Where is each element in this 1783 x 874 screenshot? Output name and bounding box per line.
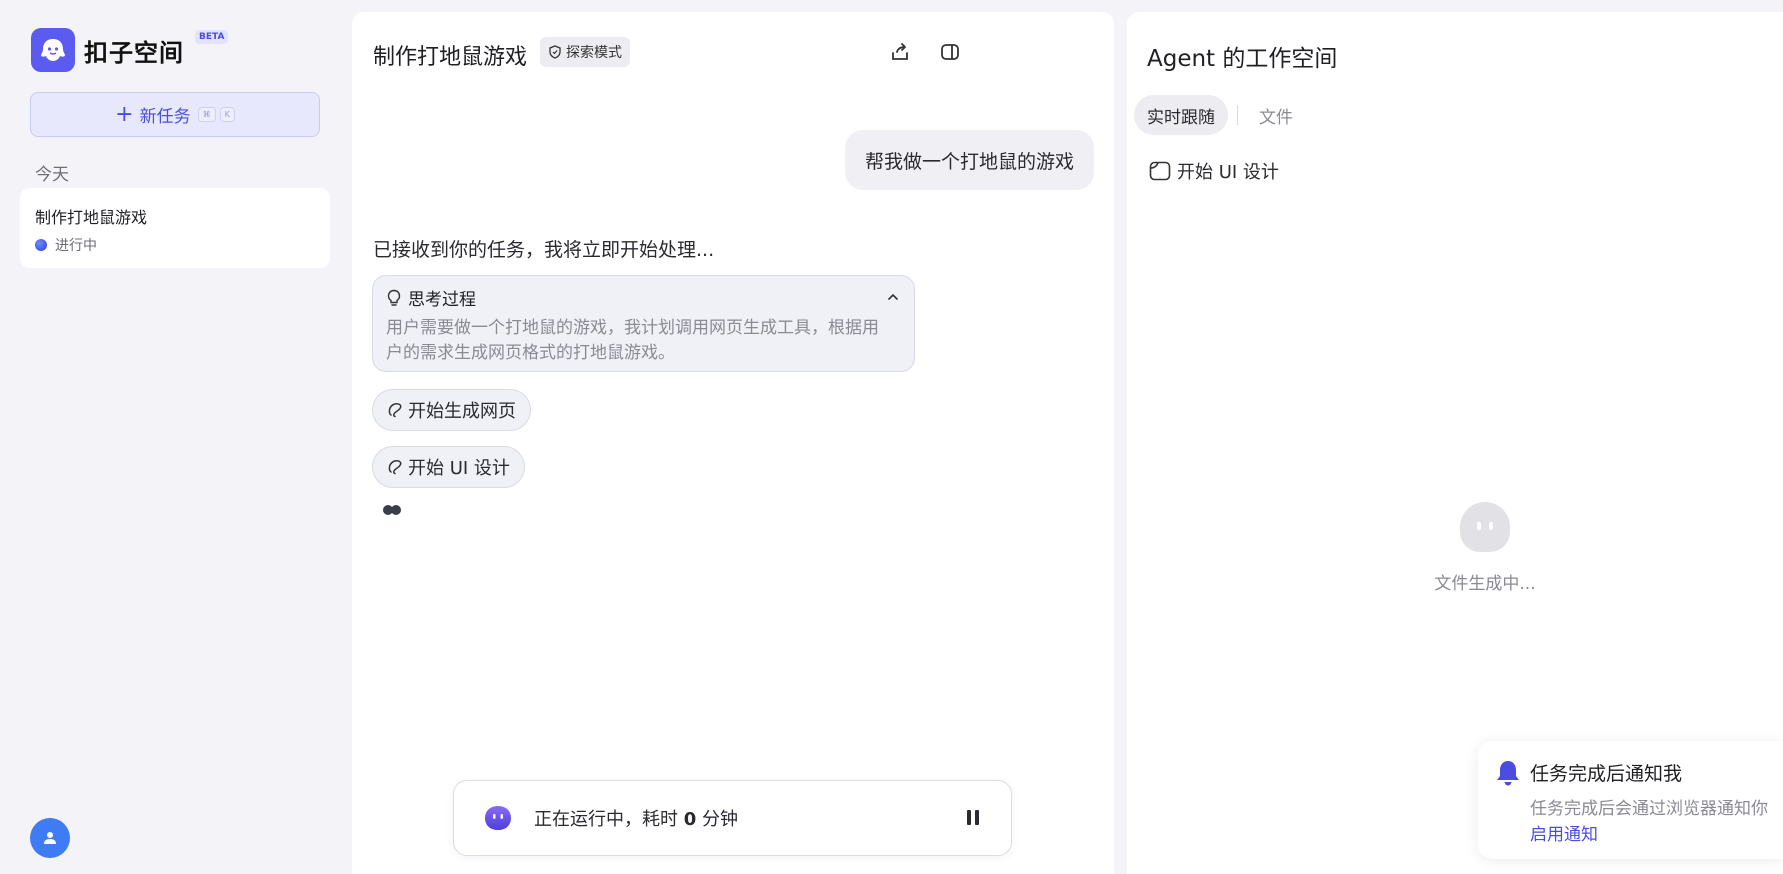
step-pill-ui-design[interactable]: 开始 UI 设计	[372, 446, 525, 488]
app-logo[interactable]: 扣子空间 BETA	[31, 28, 229, 72]
thinking-line-1: 用户需要做一个打地鼠的游戏，我计划调用网页生成工具，根据用	[386, 318, 879, 338]
tool-loop-icon	[388, 403, 402, 418]
logo-mascot-icon	[31, 28, 75, 72]
thinking-line-2: 户的需求生成网页格式的打地鼠游戏。	[386, 343, 675, 363]
notification-description: 任务完成后会通过浏览器通知你	[1530, 799, 1768, 819]
run-status-bar: 正在运行中，耗时 0 分钟	[453, 780, 1012, 856]
bell-icon	[1497, 761, 1519, 786]
thinking-header[interactable]: 思考过程	[386, 285, 901, 310]
assistant-reply: 已接收到你的任务，我将立即开始处理...	[373, 239, 715, 261]
run-status-prefix: 正在运行中，耗时	[534, 809, 684, 830]
chevron-up-icon[interactable]	[886, 290, 900, 304]
step-pill-generate-webpage[interactable]: 开始生成网页	[372, 389, 531, 431]
pause-button[interactable]	[965, 810, 981, 825]
sidebar: 扣子空间 BETA + 新任务 ⌘ K 今天 制作打地鼠游戏 进行中	[0, 0, 345, 874]
section-today-label: 今天	[35, 165, 69, 185]
notification-toast: 任务完成后通知我 任务完成后会通过浏览器通知你 启用通知	[1478, 741, 1783, 859]
pause-icon	[967, 810, 971, 825]
chat-panel: 制作打地鼠游戏 探索模式 帮我做一个打地鼠的游戏 已接收到你的任务，我将立即开始…	[352, 12, 1114, 874]
design-file-icon	[1149, 161, 1171, 181]
toggle-panel-button[interactable]	[934, 36, 966, 68]
status-dot-icon	[35, 239, 47, 251]
task-list-item[interactable]: 制作打地鼠游戏 进行中	[20, 188, 330, 268]
typing-indicator	[383, 505, 401, 515]
tab-files[interactable]: 文件	[1259, 95, 1293, 135]
step-label: 开始生成网页	[408, 401, 516, 422]
workspace-current-step: 开始 UI 设计	[1149, 158, 1279, 184]
notification-title: 任务完成后通知我	[1530, 763, 1683, 785]
workspace-step-label: 开始 UI 设计	[1177, 162, 1279, 183]
share-button[interactable]	[884, 36, 916, 68]
task-status: 进行中	[35, 235, 315, 255]
thinking-process-panel: 思考过程 用户需要做一个打地鼠的游戏，我计划调用网页生成工具，根据用 户的需求生…	[372, 275, 915, 372]
tab-live-follow[interactable]: 实时跟随	[1134, 95, 1228, 135]
task-title: 制作打地鼠游戏	[35, 208, 148, 227]
new-task-button[interactable]: + 新任务 ⌘ K	[30, 92, 320, 137]
share-icon	[892, 43, 908, 60]
step-label: 开始 UI 设计	[408, 458, 510, 479]
run-status-suffix: 分钟	[696, 809, 738, 830]
shield-icon	[549, 45, 561, 59]
user-avatar[interactable]	[30, 818, 70, 858]
mode-badge-label: 探索模式	[566, 45, 622, 61]
enable-notification-link[interactable]: 启用通知	[1530, 820, 1598, 845]
mode-badge[interactable]: 探索模式	[540, 37, 630, 67]
user-icon	[44, 832, 56, 844]
plus-icon: +	[115, 101, 134, 127]
run-status-text: 正在运行中，耗时 0 分钟	[534, 805, 738, 831]
tool-loop-icon	[388, 460, 402, 475]
thinking-body: 用户需要做一个打地鼠的游戏，我计划调用网页生成工具，根据用 户的需求生成网页格式…	[386, 316, 901, 366]
thinking-label: 思考过程	[408, 290, 476, 310]
app-name: 扣子空间	[84, 38, 184, 67]
workspace-title: Agent 的工作空间	[1147, 46, 1338, 72]
tab-divider	[1237, 105, 1238, 125]
shortcut-cmd-key: ⌘	[197, 107, 216, 122]
run-elapsed-minutes: 0	[683, 809, 697, 830]
user-message-bubble: 帮我做一个打地鼠的游戏	[844, 130, 1094, 190]
new-task-label: 新任务	[139, 107, 191, 127]
generating-placeholder: 文件生成中...	[1434, 574, 1536, 594]
empty-state-ghost-icon	[1460, 502, 1510, 552]
chat-title: 制作打地鼠游戏	[373, 45, 528, 70]
beta-badge: BETA	[195, 30, 229, 44]
loader-dot	[391, 505, 401, 515]
panel-toggle-icon	[941, 44, 959, 60]
agent-mascot-icon	[485, 806, 511, 830]
task-status-label: 进行中	[55, 238, 97, 254]
lightbulb-icon	[387, 289, 401, 306]
shortcut-k-key: K	[219, 107, 235, 122]
pause-icon-bar	[975, 810, 979, 825]
